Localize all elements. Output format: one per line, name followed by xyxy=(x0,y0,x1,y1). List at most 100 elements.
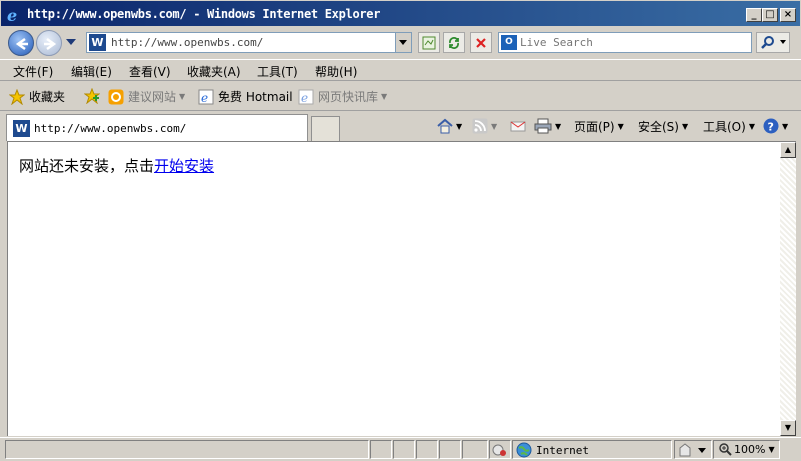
web-slice-gallery-button[interactable]: e 网页快讯库 ▼ xyxy=(298,88,387,105)
menu-bar: 文件(F) 编辑(E) 查看(V) 收藏夹(A) 工具(T) 帮助(H) xyxy=(0,59,801,81)
suggested-sites-icon xyxy=(108,89,124,105)
zoom-control[interactable]: 100% ▼ xyxy=(718,442,775,456)
stop-icon xyxy=(476,38,486,48)
chevron-down-icon: ▼ xyxy=(381,92,388,101)
vertical-scrollbar[interactable]: ▲ ▼ xyxy=(780,141,796,436)
status-pane xyxy=(462,440,488,459)
active-tab[interactable]: W http://www.openwbs.com/ xyxy=(6,114,308,141)
security-zone[interactable]: Internet xyxy=(516,442,589,458)
menu-edit[interactable]: 编辑(E) xyxy=(71,63,112,80)
start-install-link[interactable]: 开始安装 xyxy=(154,157,214,175)
status-bar: Internet 100% ▼ xyxy=(0,437,801,461)
live-search-icon: O xyxy=(501,35,517,50)
rss-feed-icon xyxy=(472,118,488,134)
status-text-pane xyxy=(5,440,369,459)
minimize-button[interactable]: _ xyxy=(746,8,762,22)
page-content: 网站还未安装，点击开始安装 xyxy=(7,141,780,436)
svg-text:e: e xyxy=(301,91,308,105)
add-to-favorites-bar-button[interactable] xyxy=(83,87,104,105)
site-favicon-icon: W xyxy=(13,120,30,137)
print-button[interactable]: ▼ xyxy=(534,118,561,134)
chevron-down-icon: ▼ xyxy=(748,122,755,131)
favorites-bar: 收藏夹 建议网站 ▼ e 免费 Hotmail e 网页快讯库 ▼ xyxy=(0,82,801,111)
scroll-down-button[interactable]: ▼ xyxy=(780,420,796,436)
ie-logo-icon: e xyxy=(6,6,22,25)
title-bar: e http://www.openwbs.com/ - Windows Inte… xyxy=(0,0,801,27)
compatibility-icon xyxy=(422,36,436,50)
home-button[interactable]: ▼ xyxy=(437,118,462,134)
hotmail-link[interactable]: e 免费 Hotmail xyxy=(198,88,293,105)
forward-arrow-icon xyxy=(44,37,57,51)
star-icon xyxy=(8,88,26,105)
navigation-bar: W http://www.openwbs.com/ O xyxy=(0,27,801,58)
chevron-down-icon: ▼ xyxy=(681,122,689,131)
menu-view[interactable]: 查看(V) xyxy=(129,63,171,80)
tools-menu-button[interactable]: 工具(O) ▼ xyxy=(703,118,755,135)
chevron-down-icon: ▼ xyxy=(768,444,775,454)
privacy-icon xyxy=(492,444,506,456)
page-menu-label: 页面(P) xyxy=(574,120,615,134)
search-box[interactable]: O xyxy=(498,32,752,53)
scroll-up-button[interactable]: ▲ xyxy=(780,142,796,158)
page-menu-button[interactable]: 页面(P) ▼ xyxy=(574,118,624,135)
new-tab-button[interactable] xyxy=(311,116,340,141)
site-favicon-icon: W xyxy=(89,34,106,51)
tab-title: http://www.openwbs.com/ xyxy=(34,122,187,135)
stop-button[interactable] xyxy=(470,32,492,53)
zoom-level: 100% xyxy=(734,442,766,456)
menu-help[interactable]: 帮助(H) xyxy=(315,63,357,80)
help-button[interactable]: ? ▼ xyxy=(763,118,788,134)
address-bar[interactable]: W http://www.openwbs.com/ xyxy=(86,32,412,53)
mail-icon xyxy=(510,121,526,132)
safety-menu-button[interactable]: 安全(S) ▼ xyxy=(638,118,688,135)
zoom-icon xyxy=(719,443,732,456)
close-button[interactable]: × xyxy=(780,8,796,22)
search-input[interactable] xyxy=(520,35,745,50)
menu-file[interactable]: 文件(F) xyxy=(13,63,53,80)
chevron-down-icon: ▼ xyxy=(456,121,463,131)
recent-pages-dropdown-icon[interactable] xyxy=(66,39,76,45)
address-text[interactable]: http://www.openwbs.com/ xyxy=(111,36,263,49)
add-favorite-icon xyxy=(83,87,101,105)
status-pane xyxy=(416,440,438,459)
suggested-sites-label: 建议网站 xyxy=(128,90,177,104)
svg-text:?: ? xyxy=(768,121,774,134)
ie-page-icon: e xyxy=(198,89,214,105)
address-dropdown-button[interactable] xyxy=(395,33,411,52)
feeds-button[interactable]: ▼ xyxy=(472,118,497,134)
menu-favorites[interactable]: 收藏夹(A) xyxy=(187,63,241,80)
protected-mode-pane[interactable] xyxy=(674,440,712,459)
menu-tools[interactable]: 工具(T) xyxy=(257,63,298,80)
status-pane xyxy=(439,440,461,459)
privacy-pane[interactable] xyxy=(489,440,511,459)
printer-icon xyxy=(534,118,552,134)
compatibility-view-button[interactable] xyxy=(418,32,440,53)
tools-menu-label: 工具(O) xyxy=(703,120,746,134)
search-icon xyxy=(761,36,786,49)
refresh-button[interactable] xyxy=(443,32,465,53)
svg-text:e: e xyxy=(201,91,208,105)
maximize-button[interactable]: □ xyxy=(762,8,778,22)
home-icon xyxy=(437,118,453,134)
status-pane xyxy=(393,440,415,459)
chevron-down-icon: ▼ xyxy=(555,121,562,131)
security-zone-label: Internet xyxy=(536,443,589,457)
svg-text:e: e xyxy=(7,7,17,23)
install-message-text: 网站还未安装，点击 xyxy=(19,157,155,175)
chevron-down-icon: ▼ xyxy=(617,122,624,131)
favorites-button[interactable]: 收藏夹 xyxy=(8,88,66,105)
favorites-label: 收藏夹 xyxy=(29,90,66,104)
refresh-icon xyxy=(449,37,459,49)
status-pane xyxy=(370,440,392,459)
chevron-down-icon: ▼ xyxy=(491,121,498,131)
search-go-button[interactable] xyxy=(756,32,790,53)
install-message: 网站还未安装，点击开始安装 xyxy=(19,155,214,176)
chevron-down-icon: ▼ xyxy=(179,92,186,101)
window-title: http://www.openwbs.com/ - Windows Intern… xyxy=(27,7,381,21)
read-mail-button[interactable] xyxy=(510,118,526,134)
back-button[interactable] xyxy=(8,30,34,56)
suggested-sites-button[interactable]: 建议网站 ▼ xyxy=(108,88,185,105)
tab-bar: W http://www.openwbs.com/ ▼ ▼ ▼ 页面(P) ▼ … xyxy=(0,112,801,141)
forward-button[interactable] xyxy=(36,30,62,56)
back-arrow-icon xyxy=(15,37,28,51)
